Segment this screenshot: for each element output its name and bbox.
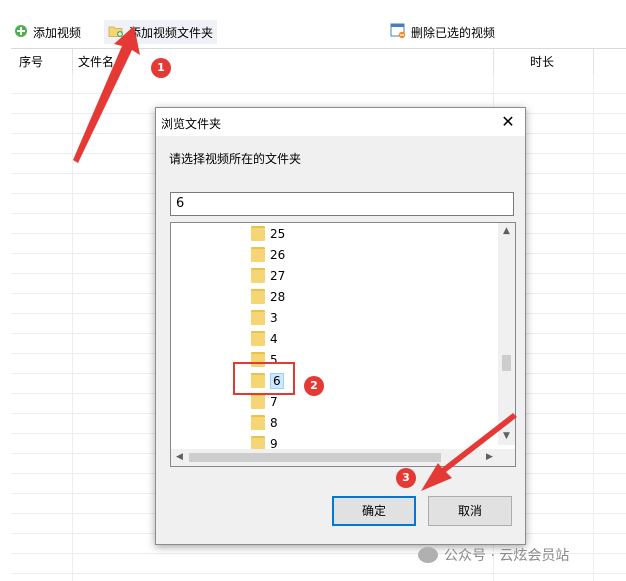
column-divider bbox=[72, 74, 73, 581]
close-icon[interactable]: ✕ bbox=[497, 111, 519, 133]
column-divider bbox=[493, 49, 494, 75]
plus-circle-icon bbox=[14, 24, 28, 41]
folder-tree-item[interactable]: 25 bbox=[251, 223, 285, 244]
folder-icon bbox=[251, 268, 265, 283]
folder-tree-item[interactable]: 27 bbox=[251, 265, 285, 286]
tree-vertical-scrollbar[interactable]: ▲ ▼ bbox=[498, 223, 515, 445]
folder-label: 4 bbox=[270, 331, 278, 346]
folder-icon bbox=[251, 310, 265, 325]
folder-tree-item[interactable]: 26 bbox=[251, 244, 285, 265]
column-divider bbox=[593, 74, 594, 581]
scroll-right-icon[interactable]: ▶ bbox=[481, 449, 498, 466]
column-header-index[interactable]: 序号 bbox=[19, 49, 43, 75]
folder-label: 28 bbox=[270, 289, 286, 304]
scroll-up-icon[interactable]: ▲ bbox=[498, 223, 515, 240]
step-1-badge: 1 bbox=[151, 58, 171, 78]
dialog-titlebar[interactable]: 浏览文件夹 ✕ bbox=[156, 108, 525, 136]
wechat-icon bbox=[418, 547, 438, 563]
folder-icon bbox=[251, 226, 265, 241]
column-header-filename[interactable]: 文件名 bbox=[78, 49, 114, 75]
column-divider bbox=[72, 49, 73, 75]
tree-horizontal-scrollbar[interactable]: ◀ ▶ bbox=[171, 449, 498, 466]
ok-button[interactable]: 确定 bbox=[332, 496, 416, 526]
folder-label: 26 bbox=[270, 247, 286, 262]
browse-folder-dialog: 浏览文件夹 ✕ 请选择视频所在的文件夹 6 25 26 27 28 3 4 5 … bbox=[155, 107, 526, 545]
folder-icon bbox=[251, 394, 265, 409]
toolbar: 添加视频 添加视频文件夹 删除已选的视频 bbox=[0, 18, 626, 46]
step-3-badge: 3 bbox=[396, 468, 416, 488]
horizontal-scroll-thumb[interactable] bbox=[189, 453, 441, 462]
folder-label: 8 bbox=[270, 415, 278, 430]
folder-tree-item[interactable]: 8 bbox=[251, 412, 278, 433]
folder-icon bbox=[251, 415, 265, 430]
scrollbar-corner bbox=[498, 449, 515, 466]
folder-label: 25 bbox=[270, 226, 286, 241]
step-2-badge: 2 bbox=[304, 376, 324, 396]
folder-label: 7 bbox=[270, 394, 278, 409]
folder-icon bbox=[251, 289, 265, 304]
dialog-prompt: 请选择视频所在的文件夹 bbox=[169, 152, 302, 166]
scroll-down-icon[interactable]: ▼ bbox=[498, 428, 515, 445]
folder-tree-item[interactable]: 28 bbox=[251, 286, 285, 307]
dialog-title: 浏览文件夹 bbox=[161, 117, 222, 131]
folder-tree-item[interactable]: 3 bbox=[251, 307, 278, 328]
watermark: 公众号 · 云炫会员站 bbox=[418, 545, 569, 565]
video-table-header: 序号 文件名 时长 bbox=[11, 48, 626, 76]
column-divider bbox=[593, 49, 594, 75]
add-video-button[interactable]: 添加视频 bbox=[10, 20, 85, 44]
folder-path-input[interactable]: 6 bbox=[170, 192, 514, 216]
delete-selected-button[interactable]: 删除已选的视频 bbox=[386, 20, 499, 44]
folder-icon bbox=[251, 247, 265, 262]
scroll-left-icon[interactable]: ◀ bbox=[171, 449, 188, 466]
selected-folder-highlight-box bbox=[233, 362, 295, 395]
folder-tree[interactable]: 25 26 27 28 3 4 5 6 7 8 9 ▲ ▼ ◀ ▶ bbox=[170, 222, 516, 467]
add-folder-button[interactable]: 添加视频文件夹 bbox=[104, 20, 218, 44]
folder-add-icon bbox=[108, 24, 124, 41]
column-header-duration[interactable]: 时长 bbox=[530, 49, 554, 75]
add-folder-label: 添加视频文件夹 bbox=[129, 25, 214, 40]
delete-selected-label: 删除已选的视频 bbox=[411, 25, 496, 40]
watermark-text: 公众号 · 云炫会员站 bbox=[444, 548, 570, 564]
folder-label: 27 bbox=[270, 268, 286, 283]
vertical-scroll-thumb[interactable] bbox=[502, 355, 511, 371]
cancel-button[interactable]: 取消 bbox=[428, 496, 512, 526]
folder-tree-item[interactable]: 4 bbox=[251, 328, 278, 349]
folder-label: 3 bbox=[270, 310, 278, 325]
add-video-label: 添加视频 bbox=[33, 25, 82, 40]
delete-window-icon bbox=[390, 23, 406, 42]
folder-icon bbox=[251, 331, 265, 346]
